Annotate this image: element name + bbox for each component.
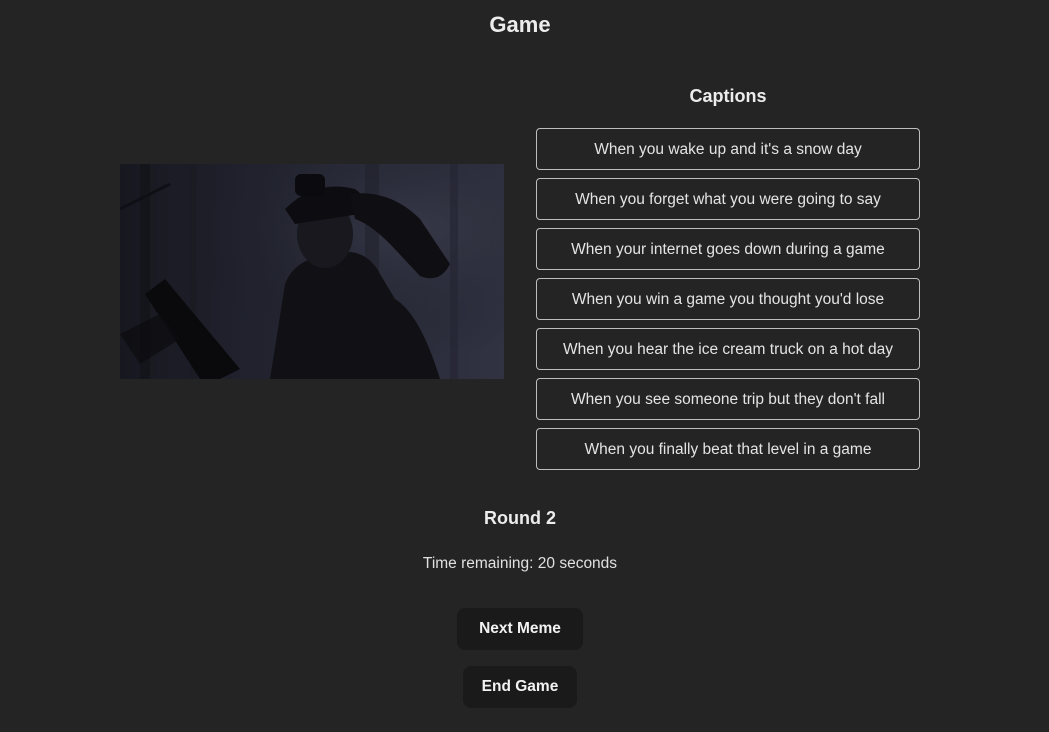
meme-image — [120, 164, 504, 379]
next-meme-button[interactable]: Next Meme — [457, 608, 583, 650]
caption-option[interactable]: When you see someone trip but they don't… — [536, 378, 920, 420]
caption-option[interactable]: When you hear the ice cream truck on a h… — [536, 328, 920, 370]
time-remaining: Time remaining: 20 seconds — [422, 555, 618, 572]
captions-panel: Captions When you wake up and it's a sno… — [536, 84, 920, 470]
round-label: Round 2 — [484, 508, 556, 528]
caption-option[interactable]: When you wake up and it's a snow day — [536, 128, 920, 170]
game-page: Game Captions When you wake up and it's … — [0, 0, 1049, 732]
caption-option[interactable]: When you forget what you were going to s… — [536, 178, 920, 220]
caption-option[interactable]: When your internet goes down during a ga… — [536, 228, 920, 270]
page-title: Game — [489, 12, 551, 37]
caption-list: When you wake up and it's a snow day Whe… — [536, 128, 920, 470]
caption-option[interactable]: When you finally beat that level in a ga… — [536, 428, 920, 470]
captions-heading: Captions — [689, 86, 767, 106]
end-game-button[interactable]: End Game — [463, 666, 577, 708]
caption-option[interactable]: When you win a game you thought you'd lo… — [536, 278, 920, 320]
